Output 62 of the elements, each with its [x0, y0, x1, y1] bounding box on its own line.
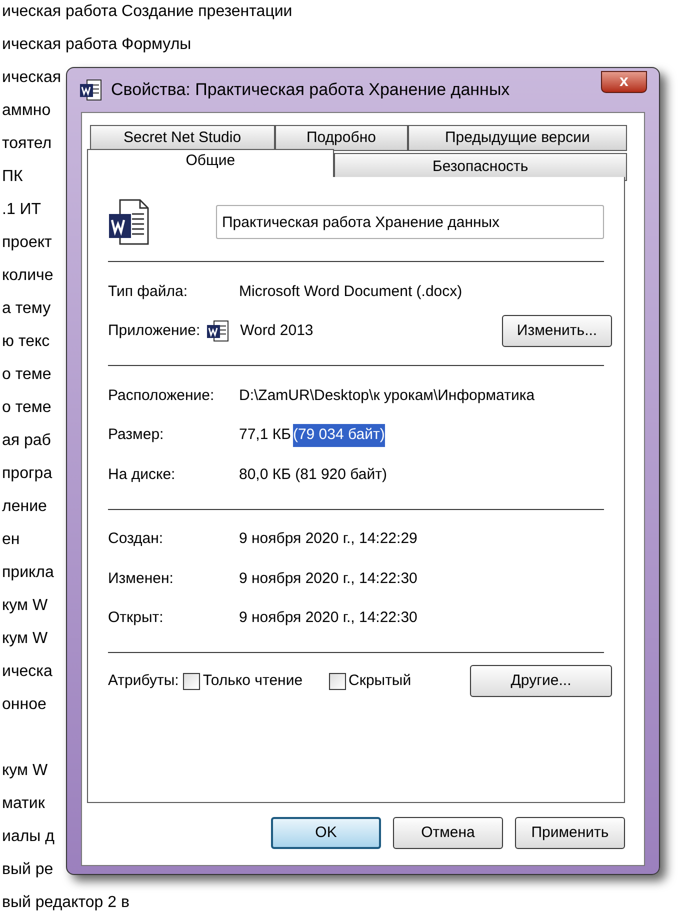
list-item[interactable]: ю текс [0, 330, 50, 354]
list-item[interactable]: о теме [0, 396, 52, 420]
others-button[interactable]: Другие... [470, 665, 612, 697]
field-value: 9 ноября 2020 г., 14:22:30 [239, 608, 418, 628]
dialog-button[interactable]: OK [271, 817, 381, 849]
document-icon [108, 198, 150, 246]
list-item[interactable]: о теме [0, 362, 52, 386]
field-value: 9 ноября 2020 г., 14:22:30 [239, 568, 418, 588]
list-item[interactable]: ПК [0, 164, 23, 188]
checkbox[interactable]: Только чтение [182, 670, 303, 692]
list-item[interactable]: ление [0, 494, 47, 518]
list-item[interactable]: .1 ИТ [0, 198, 42, 222]
list-item[interactable]: ая раб [0, 428, 51, 452]
tab[interactable]: Общие [87, 149, 334, 177]
field-value: 80,0 КБ (81 920 байт) [239, 464, 387, 484]
window-title: Свойства: Практическая работа Хранение данных [111, 79, 510, 102]
field-label: Тип файла: [108, 282, 188, 302]
tab[interactable]: Предыдущие версии [408, 125, 627, 151]
list-item[interactable]: вый редактор 2 в [0, 890, 130, 914]
list-item[interactable]: матик [0, 792, 45, 816]
change-button[interactable]: Изменить... [502, 315, 612, 348]
dialog-button[interactable]: Применить [515, 817, 625, 849]
list-item[interactable]: кум W [0, 758, 48, 782]
field-label: Создан: [108, 529, 164, 549]
list-item[interactable]: количе [0, 264, 54, 288]
list-item[interactable]: иалы д [0, 824, 54, 848]
list-item[interactable]: тоятел [0, 132, 52, 156]
field-label: Приложение: [108, 321, 200, 341]
list-item[interactable]: проект [0, 230, 52, 254]
list-item[interactable]: кум W [0, 626, 48, 650]
list-item[interactable]: кум W [0, 594, 48, 618]
field-value: Microsoft Word Document (.docx) [239, 282, 462, 302]
name-field[interactable]: Практическая работа Хранение данных [216, 205, 604, 239]
field-value: D:\ZamUR\Desktop\к урокам\Информатика [239, 386, 535, 406]
checkbox[interactable]: Скрытый [328, 670, 412, 692]
field-value: 9 ноября 2020 г., 14:22:29 [239, 529, 418, 549]
field-label: На диске: [108, 464, 176, 484]
list-item[interactable]: ическая [0, 66, 62, 90]
tab[interactable]: Подробно [274, 125, 408, 151]
field-value: 77,1 КБ [239, 425, 291, 445]
close-button[interactable]: x [601, 71, 647, 93]
list-item[interactable]: аммно [0, 98, 51, 122]
list-item[interactable]: вый ре [0, 858, 54, 882]
list-item[interactable]: ическа [0, 660, 52, 684]
list-item[interactable]: ен [0, 528, 20, 552]
document-icon [206, 319, 230, 344]
field-label: Размер: [108, 425, 165, 445]
list-item[interactable]: прикла [0, 560, 54, 584]
field-value: Word 2013 [240, 321, 314, 341]
list-item[interactable]: ическая работа Создание презентации [0, 0, 292, 24]
list-item[interactable]: ическая работа Формулы [0, 32, 192, 56]
field-label: Изменен: [108, 568, 174, 588]
list-item[interactable]: а тему [0, 296, 51, 320]
list-item[interactable]: програ [0, 462, 52, 486]
field-label: Расположение: [108, 386, 216, 406]
dialog-button[interactable]: Отмена [393, 817, 503, 849]
selected-text: (79 034 байт) [292, 424, 385, 446]
list-item[interactable]: онное [0, 692, 46, 716]
document-icon [79, 78, 103, 102]
field-label: Открыт: [108, 608, 164, 628]
tab[interactable]: Secret Net Studio [90, 125, 275, 151]
field-label: Атрибуты: [108, 670, 179, 691]
